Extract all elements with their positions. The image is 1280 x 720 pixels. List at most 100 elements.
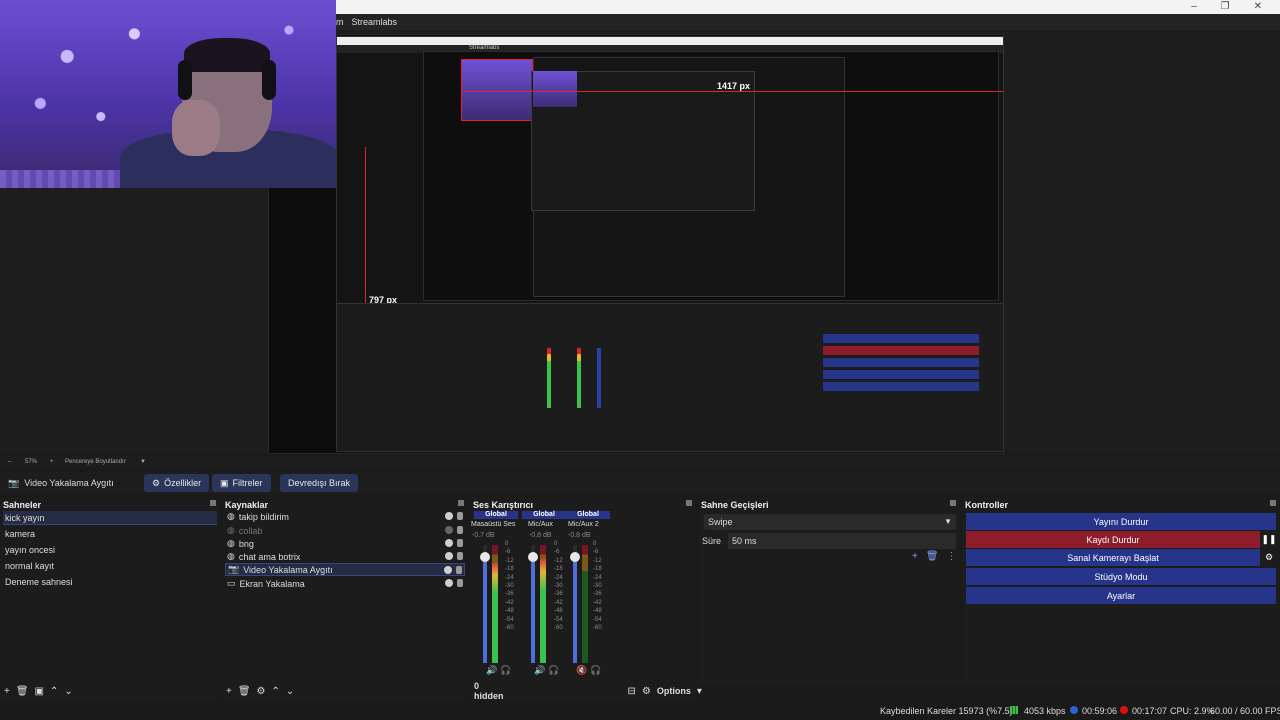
mixer-global-tab[interactable]: Global <box>566 511 610 519</box>
camera-icon: 📷 <box>228 564 240 574</box>
trash-icon[interactable]: 🗑 <box>238 686 251 697</box>
eye-icon[interactable] <box>445 539 453 547</box>
filters-button[interactable]: ▣ Filtreler <box>212 474 271 492</box>
speaker-icon[interactable]: 🔊 <box>486 665 497 676</box>
transition-select[interactable]: Swipe ▼ <box>704 514 956 530</box>
dock-float-icon[interactable] <box>686 500 692 506</box>
nested-ctrl-btn <box>823 382 979 391</box>
zoom-in-button[interactable]: + <box>50 459 54 465</box>
gear-icon[interactable]: ⚙ <box>642 686 651 697</box>
close-button[interactable]: ✕ <box>1254 1 1262 12</box>
add-icon[interactable]: + <box>4 686 10 697</box>
volume-fader-fill <box>483 557 487 663</box>
lock-icon[interactable] <box>457 512 463 520</box>
scene-item[interactable]: yayın oncesi <box>3 543 217 557</box>
dock-float-icon[interactable] <box>458 500 464 506</box>
headphone-icon[interactable]: 🎧 <box>590 665 601 676</box>
source-item[interactable]: ◍ bng <box>225 537 465 550</box>
mixer-channel-name[interactable]: Mic/Aux 2 <box>568 521 599 528</box>
chevron-down-icon[interactable]: ▾ <box>697 686 702 697</box>
meter-scale-tick: -54 <box>554 616 563 623</box>
dock-float-icon[interactable] <box>950 500 956 506</box>
mixer-global-tab[interactable]: Global <box>474 511 518 519</box>
source-item[interactable]: ◍ collab <box>225 524 465 537</box>
transition-selected: Swipe <box>708 517 733 527</box>
volume-fader-knob[interactable] <box>570 552 580 562</box>
lock-icon[interactable] <box>457 539 463 547</box>
filter-icon[interactable]: ▣ <box>35 686 44 697</box>
zoom-bar: – 57% + Pencereye Boyutlandır ▼ <box>0 456 1280 468</box>
nested-ctrl-btn <box>823 370 979 379</box>
volume-fader[interactable] <box>483 545 487 663</box>
mixer-global-tab[interactable]: Global <box>522 511 566 519</box>
globe-icon: ◍ <box>227 511 235 521</box>
speaker-muted-icon[interactable]: 🔇 <box>576 665 587 676</box>
trash-icon[interactable]: 🗑 <box>926 551 939 562</box>
fit-to-window[interactable]: Pencereye Boyutlandır <box>65 459 126 465</box>
eye-icon[interactable] <box>445 579 453 587</box>
menu-item-partial[interactable]: m <box>336 17 344 27</box>
trash-icon[interactable]: 🗑 <box>16 686 29 697</box>
headphone-icon[interactable]: 🎧 <box>500 665 511 676</box>
options-button[interactable]: Options <box>657 686 691 696</box>
volume-fader-knob[interactable] <box>480 552 490 562</box>
volume-fader[interactable] <box>573 545 577 663</box>
audio-level-meter <box>582 545 588 663</box>
lock-icon[interactable] <box>457 579 463 587</box>
dock-float-icon[interactable] <box>1270 500 1276 506</box>
minimize-button[interactable]: – <box>1191 1 1197 12</box>
mixer-channel-name[interactable]: Masaüstü Ses <box>471 521 515 528</box>
eye-icon[interactable] <box>445 552 453 560</box>
chevron-up-icon[interactable]: ⌃ <box>50 686 58 697</box>
chevron-down-icon[interactable]: ⌄ <box>64 686 72 697</box>
eye-icon[interactable] <box>444 566 452 574</box>
source-item[interactable]: ◍ takip bildirim <box>225 510 465 523</box>
more-icon[interactable]: ⋮ <box>947 551 957 562</box>
menu-item-streamlabs[interactable]: Streamlabs <box>352 17 398 27</box>
speaker-icon[interactable]: 🔊 <box>534 665 545 676</box>
start-virtual-camera-button[interactable]: Sanal Kamerayı Başlat <box>966 549 1260 566</box>
gear-icon[interactable]: ⚙ <box>1262 549 1276 566</box>
scene-item[interactable]: Deneme sahnesi <box>3 575 217 589</box>
source-item[interactable]: ▭ Ekran Yakalama <box>225 577 465 590</box>
zoom-level: 57% <box>25 459 38 465</box>
lock-icon[interactable] <box>457 552 463 560</box>
duration-input[interactable]: 50 ms <box>728 533 956 549</box>
meter-scale-tick: -24 <box>505 574 514 581</box>
nested-webcam-small <box>461 59 533 121</box>
source-item[interactable]: 📷 Video Yakalama Aygıtı <box>225 563 465 576</box>
deactivate-button[interactable]: Devredışı Bırak <box>280 474 359 492</box>
add-icon[interactable]: + <box>226 686 232 697</box>
scene-item[interactable]: normal kayıt <box>3 559 217 573</box>
scene-item[interactable]: kick yayın <box>3 511 217 525</box>
volume-fader[interactable] <box>531 545 535 663</box>
zoom-out-button[interactable]: – <box>8 459 11 465</box>
mixer-channel-name[interactable]: Mic/Aux <box>528 521 553 528</box>
settings-button[interactable]: Ayarlar <box>966 587 1276 604</box>
stop-recording-button[interactable]: Kaydı Durdur <box>966 531 1260 548</box>
add-icon[interactable]: + <box>912 551 918 562</box>
lock-icon[interactable] <box>456 566 462 574</box>
properties-button[interactable]: ⚙ Özellikler <box>144 474 210 492</box>
headphone-icon[interactable]: 🎧 <box>548 665 559 676</box>
chevron-down-icon[interactable]: ▼ <box>140 459 146 465</box>
source-label: Ekran Yakalama <box>239 578 305 589</box>
studio-mode-button[interactable]: Stüdyo Modu <box>966 568 1276 585</box>
eye-hidden-icon[interactable] <box>445 526 453 534</box>
source-item[interactable]: ◍ chat ama botrix <box>225 550 465 563</box>
layout-icon[interactable]: ⊟ <box>628 686 636 697</box>
record-time: 00:17:07 <box>1132 706 1168 716</box>
volume-fader-knob[interactable] <box>528 552 538 562</box>
dock-float-icon[interactable] <box>210 500 216 506</box>
maximize-button[interactable]: ❐ <box>1221 1 1230 12</box>
chevron-down-icon[interactable]: ⌄ <box>286 686 294 697</box>
globe-icon: ◍ <box>227 551 235 561</box>
gear-icon[interactable]: ⚙ <box>257 686 266 697</box>
lock-icon[interactable] <box>457 526 463 534</box>
stop-stream-button[interactable]: Yayını Durdur <box>966 513 1276 530</box>
eye-icon[interactable] <box>445 512 453 520</box>
dropped-frames: Kaybedilen Kareler 15973 (%7.5) <box>880 706 1013 716</box>
pause-icon[interactable]: ❚❚ <box>1261 531 1276 548</box>
scene-item[interactable]: kamera <box>3 527 217 541</box>
chevron-up-icon[interactable]: ⌃ <box>272 686 280 697</box>
